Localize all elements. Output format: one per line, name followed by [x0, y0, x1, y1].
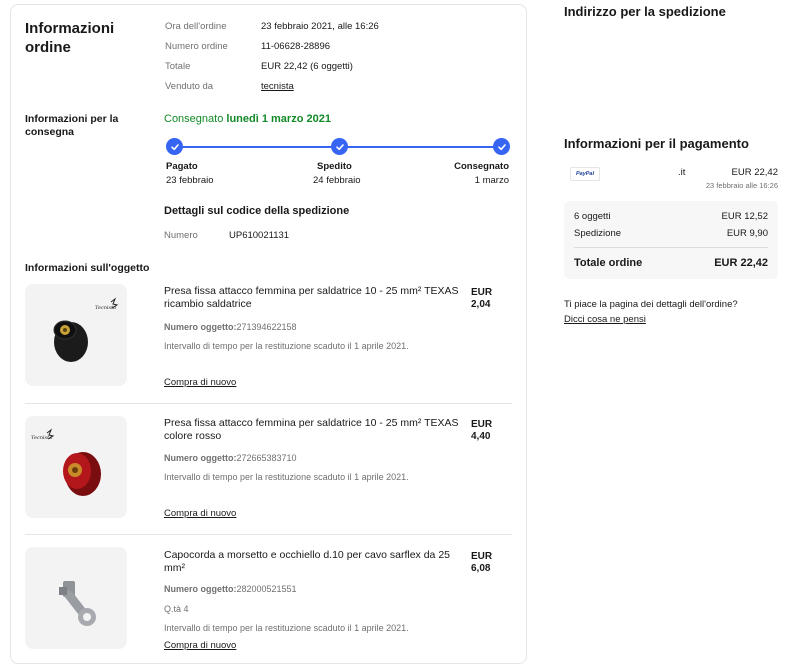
payment-shipping-row: Spedizione EUR 9,90: [574, 228, 768, 239]
item-2-number: Numero oggetto:272665383710: [164, 453, 297, 463]
payment-items-value: EUR 12,52: [721, 211, 768, 222]
item-1-title-link[interactable]: Presa fissa attacco femmina per saldatri…: [164, 285, 459, 311]
step-shipped-check-icon: [331, 138, 348, 155]
item-3-title-link[interactable]: Capocorda a morsetto e occhiello d.10 pe…: [164, 549, 459, 575]
seller-label: Venduto da: [165, 81, 214, 92]
payment-items-label: 6 oggetti: [574, 211, 611, 222]
item-2-return-window: Intervallo di tempo per la restituzione …: [164, 472, 409, 482]
item-3-image[interactable]: [25, 547, 127, 649]
tracking-number-label: Numero: [164, 230, 198, 241]
item-2-title-link[interactable]: Presa fissa attacco femmina per saldatri…: [164, 417, 459, 443]
step-delivered-date: 1 marzo: [474, 175, 509, 186]
step-delivered-label: Consegnato: [454, 161, 509, 172]
items-section-title: Informazioni sull'oggetto: [25, 262, 150, 274]
paypal-logo-icon: PayPal: [570, 167, 600, 181]
tracking-details-title: Dettagli sul codice della spedizione: [164, 205, 350, 217]
order-number-value: 11-06628-28896: [261, 41, 331, 52]
item-3-number: Numero oggetto:282000521551: [164, 584, 297, 594]
payment-items-row: 6 oggetti EUR 12,52: [574, 211, 768, 222]
shipping-address-title: Indirizzo per la spedizione: [564, 4, 726, 19]
step-shipped-label: Spedito: [317, 161, 352, 172]
item-2-price: EUR 4,40: [471, 419, 493, 442]
item-3-number-value: 282000521551: [236, 584, 297, 594]
delivery-status-prefix: Consegnato: [164, 113, 227, 125]
step-paid-check-icon: [166, 138, 183, 155]
item-2-buy-again-link[interactable]: Compra di nuovo: [164, 508, 236, 519]
payment-shipping-label: Spedizione: [574, 228, 622, 239]
step-paid-label: Pagato: [166, 161, 198, 172]
order-number-label: Numero ordine: [165, 41, 228, 52]
item-3-price: EUR 6,08: [471, 551, 493, 574]
step-delivered-check-icon: [493, 138, 510, 155]
payment-shipping-value: EUR 9,90: [726, 228, 768, 239]
item-divider: [25, 403, 512, 404]
item-1-number-label: Numero oggetto:: [164, 322, 237, 332]
payment-divider: [574, 247, 768, 248]
seller-link[interactable]: tecnista: [261, 81, 294, 93]
item-3-number-label: Numero oggetto:: [164, 584, 237, 594]
feedback-question: Ti piace la pagina dei dettagli dell'ord…: [564, 299, 738, 310]
tracking-number-value: UP610021131: [229, 230, 290, 241]
step-paid-date: 23 febbraio: [166, 175, 214, 186]
feedback-link[interactable]: Dicci cosa ne pensi: [564, 314, 646, 325]
item-divider: [25, 534, 512, 535]
payment-summary: 6 oggetti EUR 12,52 Spedizione EUR 9,90 …: [564, 201, 778, 279]
step-shipped-date: 24 febbraio: [313, 175, 361, 186]
order-time-value: 23 febbraio 2021, alle 16:26: [261, 21, 379, 32]
order-total-value: EUR 22,42 (6 oggetti): [261, 61, 353, 72]
item-2-image[interactable]: Tecnista: [25, 416, 127, 518]
item-1-image[interactable]: Tecnista: [25, 284, 127, 386]
payment-date: 23 febbraio alle 16:26: [705, 181, 778, 190]
item-1-number-value: 271394622158: [236, 322, 297, 332]
payment-total-label: Totale ordine: [574, 257, 643, 269]
order-details-card: Informazioni ordine Ora dell'ordine 23 f…: [10, 4, 527, 664]
payment-method-suffix: .it: [678, 167, 686, 178]
item-1-return-window: Intervallo di tempo per la restituzione …: [164, 341, 409, 351]
payment-amount: EUR 22,42: [731, 167, 778, 178]
item-2-number-value: 272665383710: [236, 453, 297, 463]
order-info-title: Informazioni ordine: [25, 20, 115, 56]
payment-total-value: EUR 22,42: [714, 257, 768, 269]
item-3-buy-again-link[interactable]: Compra di nuovo: [164, 640, 236, 651]
payment-info-title: Informazioni per il pagamento: [564, 136, 749, 151]
item-1-number: Numero oggetto:271394622158: [164, 322, 297, 332]
item-2-number-label: Numero oggetto:: [164, 453, 237, 463]
delivery-status: Consegnato lunedì 1 marzo 2021: [164, 113, 331, 125]
item-1-price: EUR 2,04: [471, 287, 493, 310]
delivery-status-date: lunedì 1 marzo 2021: [226, 113, 331, 125]
delivery-info-title: Informazioni per la consegna: [25, 113, 119, 138]
payment-total-row: Totale ordine EUR 22,42: [574, 257, 768, 269]
item-3-return-window: Intervallo di tempo per la restituzione …: [164, 623, 409, 633]
order-time-label: Ora dell'ordine: [165, 21, 227, 32]
order-total-label: Totale: [165, 61, 191, 72]
item-3-quantity: Q.tà 4: [164, 604, 189, 614]
item-1-buy-again-link[interactable]: Compra di nuovo: [164, 377, 236, 388]
